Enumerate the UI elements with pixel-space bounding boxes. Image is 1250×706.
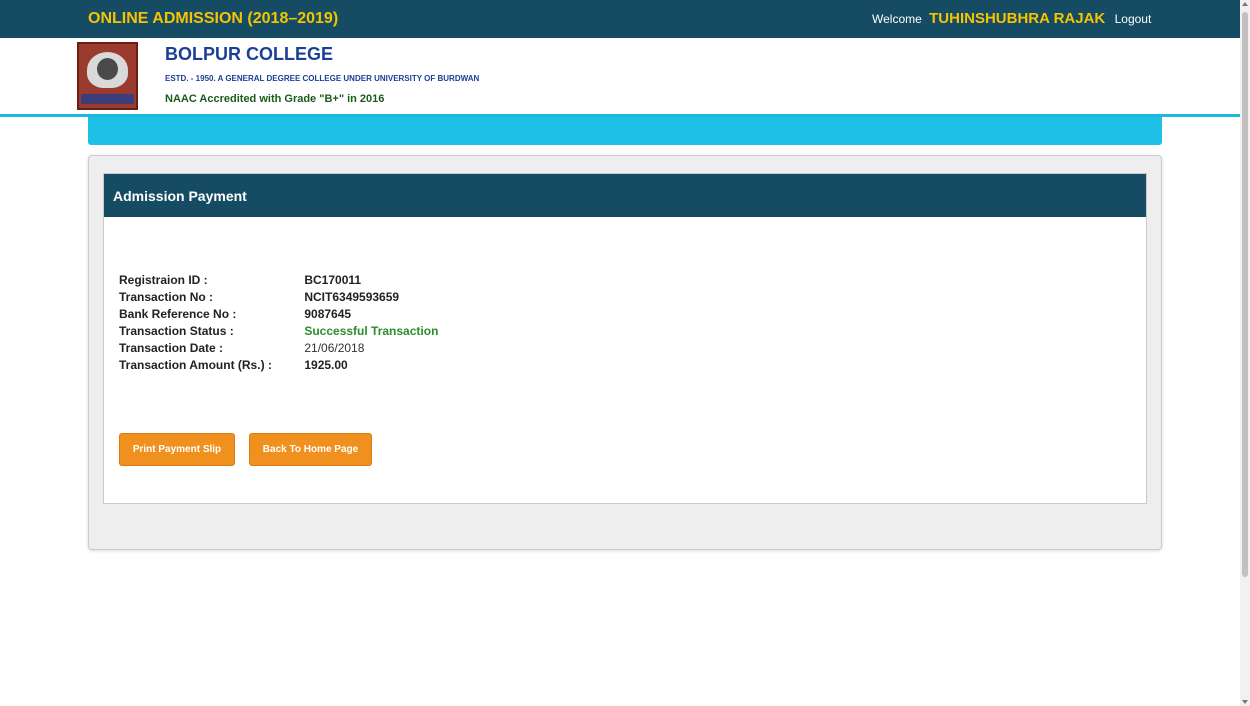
college-established: ESTD. - 1950. A GENERAL DEGREE COLLEGE U… <box>165 74 480 83</box>
page-scrollbar[interactable] <box>1240 0 1250 706</box>
college-logo <box>77 42 138 110</box>
admission-payment-panel: Admission Payment Registraion ID : BC170… <box>103 173 1147 504</box>
payment-details: Registraion ID : BC170011 Transaction No… <box>119 273 438 375</box>
college-name: BOLPUR COLLEGE <box>165 44 334 64</box>
detail-label: Transaction Status : <box>119 324 234 338</box>
detail-value: 1925.00 <box>304 358 348 372</box>
scroll-up-icon[interactable] <box>1242 2 1248 6</box>
detail-label: Registraion ID : <box>119 273 208 287</box>
detail-row-transaction-amount: Transaction Amount (Rs.) : 1925.00 <box>119 358 438 375</box>
status-value: Successful Transaction <box>304 324 439 338</box>
admission-title: ONLINE ADMISSION (2018–2019) <box>88 10 339 27</box>
welcome-area: Welcome TUHINSHUBHRA RAJAK Logout <box>872 10 1151 27</box>
detail-row-transaction-date: Transaction Date : 21/06/2018 <box>119 341 438 358</box>
detail-label: Transaction No : <box>119 290 214 304</box>
content-panel: Admission Payment Registraion ID : BC170… <box>88 155 1162 550</box>
detail-value: 9087645 <box>304 307 352 321</box>
college-header: BOLPUR COLLEGE ESTD. - 1950. A GENERAL D… <box>0 38 1240 114</box>
print-payment-slip-button[interactable]: Print Payment Slip <box>119 433 235 466</box>
panel-title: Admission Payment <box>104 174 1146 217</box>
detail-value: BC170011 <box>304 273 362 287</box>
college-accreditation: NAAC Accredited with Grade "B+" in 2016 <box>165 93 385 105</box>
user-name: TUHINSHUBHRA RAJAK <box>929 10 1106 27</box>
detail-row-bank-reference: Bank Reference No : 9087645 <box>119 307 438 324</box>
back-to-home-button[interactable]: Back To Home Page <box>249 433 372 466</box>
detail-value: NCIT6349593659 <box>304 290 400 304</box>
detail-label: Transaction Amount (Rs.) : <box>119 358 272 372</box>
logout-link[interactable]: Logout <box>1115 12 1152 26</box>
welcome-label: Welcome <box>872 12 922 26</box>
detail-row-transaction-no: Transaction No : NCIT6349593659 <box>119 290 438 307</box>
scrollbar-thumb[interactable] <box>1242 12 1248 577</box>
detail-row-registration-id: Registraion ID : BC170011 <box>119 273 438 290</box>
logo-band <box>81 94 134 104</box>
detail-label: Bank Reference No : <box>119 307 237 321</box>
detail-label: Transaction Date : <box>119 341 224 355</box>
top-bar: ONLINE ADMISSION (2018–2019) Welcome TUH… <box>0 0 1240 38</box>
scroll-down-icon[interactable] <box>1242 700 1248 704</box>
detail-row-transaction-status: Transaction Status : Successful Transact… <box>119 324 438 341</box>
detail-value: 21/06/2018 <box>304 341 365 355</box>
nav-strip <box>88 117 1162 145</box>
logo-emblem <box>87 52 128 88</box>
